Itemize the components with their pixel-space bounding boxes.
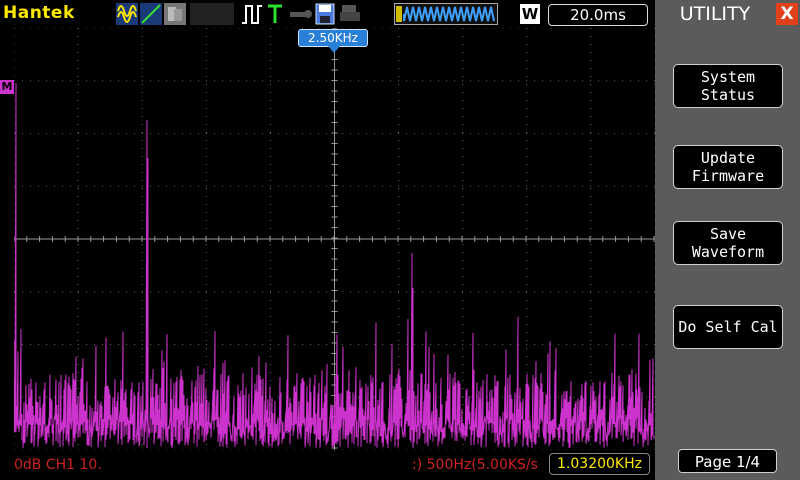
waveform-mode-icon[interactable] xyxy=(116,3,186,25)
save-icon[interactable] xyxy=(315,3,335,25)
system-status-button[interactable]: System Status xyxy=(673,64,783,108)
channel-info: 0dB CH1 10. xyxy=(14,457,102,473)
sample-rate-info: :) 500Hz(5.00KS/s xyxy=(412,457,538,473)
memory-waveform-icon xyxy=(394,3,498,25)
self-calibration-button[interactable]: Do Self Cal xyxy=(673,305,783,349)
brand-logo: Hantek xyxy=(3,3,75,23)
spectrum-plot xyxy=(13,27,656,451)
cursor-marker-icon xyxy=(328,46,340,53)
trigger-edge-icon[interactable] xyxy=(240,3,264,25)
save-waveform-button[interactable]: Save Waveform xyxy=(673,221,783,265)
spectrum-display xyxy=(13,27,656,451)
page-indicator-button[interactable]: Page 1/4 xyxy=(678,449,777,473)
update-firmware-button[interactable]: Update Firmware xyxy=(673,145,783,189)
frequency-readout: 1.03200KHz xyxy=(549,453,650,475)
probe-icon xyxy=(290,10,312,18)
acquisition-badge: W xyxy=(520,4,540,24)
print-icon[interactable] xyxy=(339,3,361,25)
trigger-T-icon[interactable] xyxy=(266,3,284,25)
panel-title: UTILITY xyxy=(679,3,751,25)
channel-marker[interactable]: M xyxy=(0,80,14,94)
timebase-readout[interactable]: 20.0ms xyxy=(548,4,648,26)
cursor-frequency-label[interactable]: 2.50KHz xyxy=(298,29,368,47)
blank-indicator xyxy=(190,3,234,25)
close-button[interactable]: X xyxy=(776,3,798,25)
